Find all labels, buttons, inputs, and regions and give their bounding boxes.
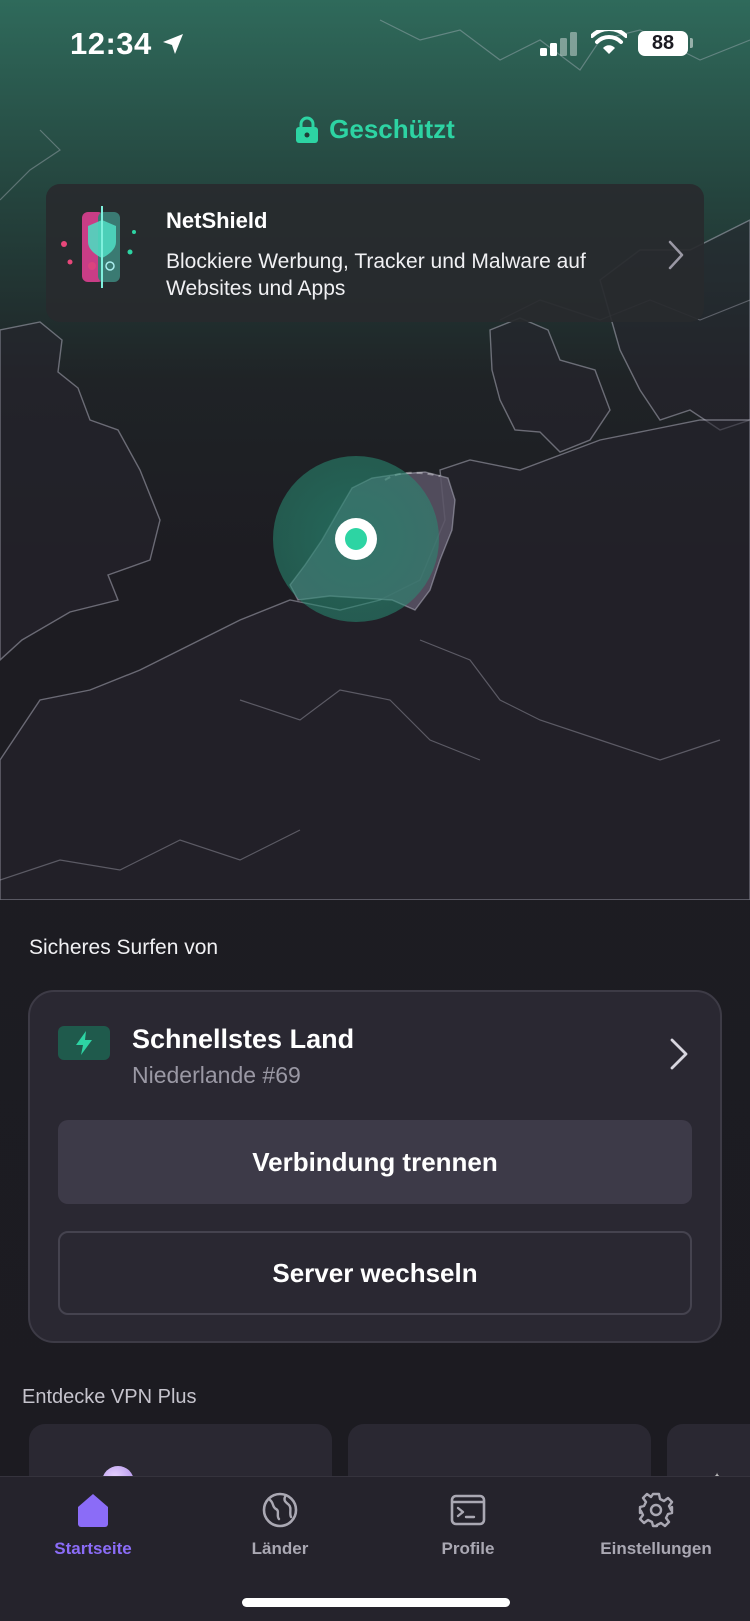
map-great-britain — [0, 321, 161, 661]
chevron-right-icon — [668, 240, 684, 270]
discover-vpn-plus-label: Entdecke VPN Plus — [22, 1386, 197, 1408]
home-icon — [78, 1494, 108, 1527]
tab-home[interactable]: Startseite — [13, 1491, 173, 1559]
map-denmark — [489, 317, 611, 453]
status-time: 12:34 — [70, 26, 152, 61]
connection-server: Niederlande #69 — [132, 1062, 301, 1088]
wifi-icon — [591, 30, 627, 54]
tab-label: Startseite — [54, 1539, 132, 1558]
netshield-description: Blockiere Werbung, Tracker und Malware a… — [166, 250, 586, 300]
fastest-badge — [58, 1026, 110, 1060]
change-server-button[interactable]: Server wechseln — [58, 1231, 692, 1315]
globe-icon — [262, 1492, 298, 1528]
section-label-secure-browsing: Sicheres Surfen von — [29, 936, 219, 959]
battery-indicator: 88 — [638, 31, 688, 56]
lightning-bolt-icon — [76, 1031, 92, 1055]
disconnect-button[interactable]: Verbindung trennen — [58, 1120, 692, 1204]
terminal-icon — [450, 1494, 486, 1526]
chevron-right-icon[interactable] — [670, 1038, 688, 1070]
home-indicator[interactable] — [242, 1598, 510, 1607]
gear-icon — [638, 1492, 674, 1528]
netshield-title: NetShield — [166, 208, 268, 233]
protection-status: Geschützt — [0, 114, 750, 145]
netshield-banner[interactable]: NetShield Blockiere Werbung, Tracker und… — [46, 184, 704, 322]
status-bar: 12:34 88 — [0, 0, 750, 90]
tab-countries[interactable]: Länder — [200, 1491, 360, 1559]
tab-settings[interactable]: Einstellungen — [576, 1491, 736, 1559]
tab-label: Länder — [251, 1539, 309, 1558]
tab-label: Einstellungen — [600, 1539, 712, 1558]
battery-tip — [690, 38, 693, 48]
netshield-shield-icon — [61, 206, 136, 288]
connection-title[interactable]: Schnellstes Land — [132, 1024, 354, 1055]
protection-label: Geschützt — [329, 114, 455, 144]
connection-card: Schnellstes Land Niederlande #69 Verbind… — [28, 990, 722, 1343]
tab-label: Profile — [441, 1539, 495, 1558]
signal-icon — [540, 32, 577, 56]
location-arrow-icon — [163, 34, 183, 54]
location-pin[interactable] — [335, 518, 377, 560]
tab-profiles[interactable]: Profile — [388, 1491, 548, 1559]
lock-icon — [296, 116, 319, 143]
vpn-home-screen: 12:34 88 Geschützt NetShield Blockiere W… — [0, 0, 750, 1621]
